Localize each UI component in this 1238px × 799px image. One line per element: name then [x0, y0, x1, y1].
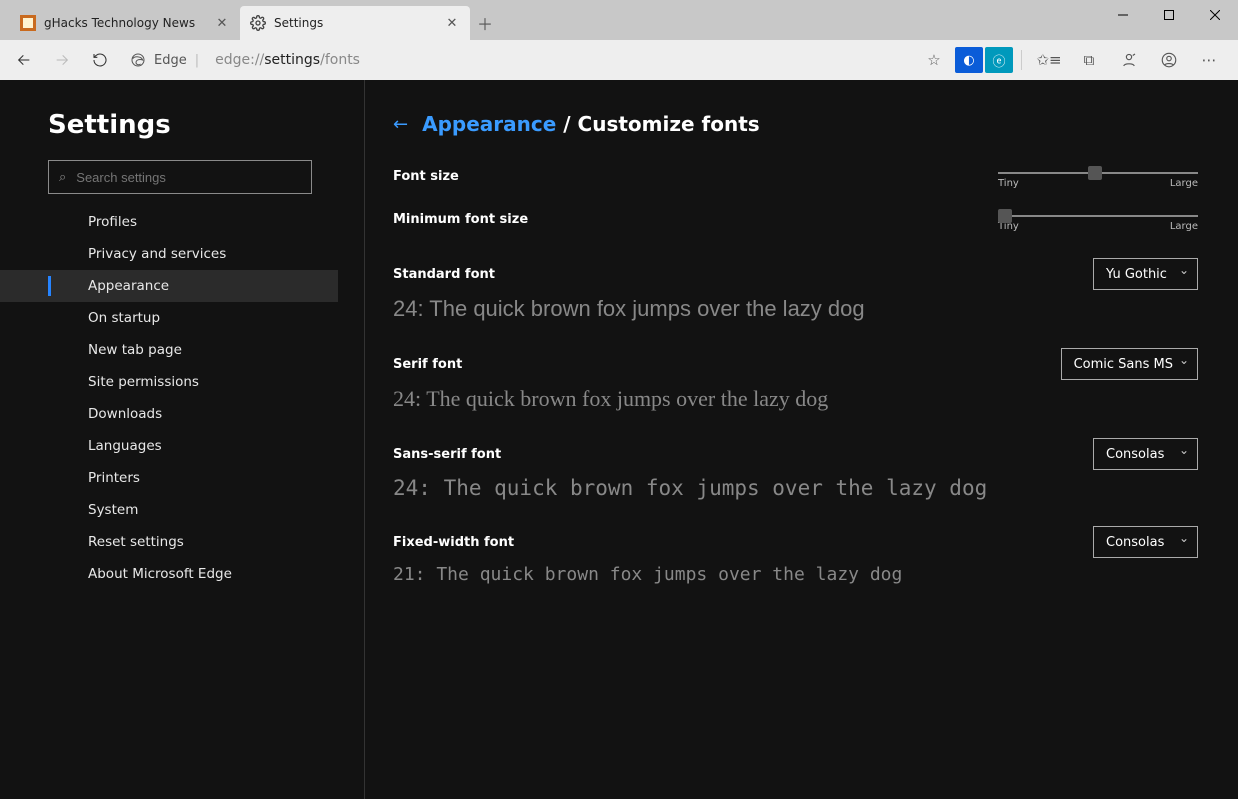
slider-max-label: Large	[1170, 221, 1198, 232]
collections-icon[interactable]: ⧉	[1070, 44, 1108, 76]
url-rest: /fonts	[320, 52, 360, 68]
sidebar-item-profiles[interactable]: Profiles	[0, 206, 338, 238]
search-input[interactable]	[76, 170, 301, 185]
url-display[interactable]: edge://settings/fonts	[211, 44, 913, 76]
settings-content: Settings ⌕ Profiles Privacy and services…	[0, 80, 1238, 799]
separator	[1021, 50, 1022, 70]
new-tab-button[interactable]: ＋	[470, 6, 500, 40]
url-scheme: edge://	[215, 52, 264, 68]
min-font-size-slider[interactable]: Tiny Large	[998, 207, 1198, 232]
favorite-star-icon[interactable]: ☆	[915, 44, 953, 76]
tab-settings[interactable]: Settings ✕	[240, 6, 470, 40]
sidebar-item-onstartup[interactable]: On startup	[0, 302, 338, 334]
font-size-label: Font size	[393, 169, 459, 184]
tab-ghacks[interactable]: gHacks Technology News ✕	[10, 6, 240, 40]
more-menu-icon[interactable]: ⋯	[1190, 44, 1228, 76]
sidebar-item-newtab[interactable]: New tab page	[0, 334, 338, 366]
slider-max-label: Large	[1170, 178, 1198, 189]
site-identity[interactable]: Edge |	[120, 44, 209, 76]
breadcrumb: ← Appearance / Customize fonts	[393, 112, 1198, 136]
serif-font-section: Serif font Comic Sans MS 24: The quick b…	[393, 348, 1198, 412]
sidebar-item-printers[interactable]: Printers	[0, 462, 338, 494]
sidebar-item-reset[interactable]: Reset settings	[0, 526, 338, 558]
window-controls	[1100, 0, 1238, 30]
minimize-button[interactable]	[1100, 0, 1146, 30]
refresh-button[interactable]	[82, 44, 118, 76]
maximize-button[interactable]	[1146, 0, 1192, 30]
sans-font-label: Sans-serif font	[393, 447, 501, 462]
close-icon[interactable]: ✕	[214, 16, 230, 31]
gear-icon	[250, 15, 266, 31]
tab-strip: gHacks Technology News ✕ Settings ✕ ＋	[0, 0, 500, 40]
address-bar: Edge | edge://settings/fonts ☆ ◐ ⓔ ✩≡ ⧉ …	[0, 40, 1238, 80]
favicon-ghacks	[20, 15, 36, 31]
url-path: settings	[264, 52, 320, 68]
tab-title: gHacks Technology News	[44, 16, 206, 30]
close-icon[interactable]: ✕	[444, 16, 460, 31]
feedback-icon[interactable]	[1110, 44, 1148, 76]
sans-font-dropdown[interactable]: Consolas	[1093, 438, 1198, 470]
separator: |	[195, 53, 199, 68]
sidebar-item-privacy[interactable]: Privacy and services	[0, 238, 338, 270]
extension-icon-2[interactable]: ⓔ	[985, 47, 1013, 73]
profile-icon[interactable]	[1150, 44, 1188, 76]
search-icon: ⌕	[59, 170, 66, 185]
close-window-button[interactable]	[1192, 0, 1238, 30]
breadcrumb-sep: /	[563, 112, 577, 136]
min-font-size-label: Minimum font size	[393, 212, 528, 227]
min-font-size-row: Minimum font size Tiny Large	[393, 207, 1198, 232]
back-button[interactable]	[6, 44, 42, 76]
sans-font-sample: 24: The quick brown fox jumps over the l…	[393, 476, 1198, 500]
fixed-font-dropdown[interactable]: Consolas	[1093, 526, 1198, 558]
standard-font-dropdown[interactable]: Yu Gothic	[1093, 258, 1198, 290]
sidebar-item-about[interactable]: About Microsoft Edge	[0, 558, 338, 590]
sidebar-item-system[interactable]: System	[0, 494, 338, 526]
settings-sidebar: Settings ⌕ Profiles Privacy and services…	[0, 80, 365, 799]
forward-button[interactable]	[44, 44, 80, 76]
serif-font-sample: 24: The quick brown fox jumps over the l…	[393, 386, 1198, 412]
standard-font-label: Standard font	[393, 267, 495, 282]
sidebar-item-downloads[interactable]: Downloads	[0, 398, 338, 430]
breadcrumb-current: Customize fonts	[578, 112, 760, 136]
standard-font-sample: 24: The quick brown fox jumps over the l…	[393, 296, 1198, 322]
sidebar-item-sitepermissions[interactable]: Site permissions	[0, 366, 338, 398]
fixed-font-label: Fixed-width font	[393, 535, 514, 550]
identity-label: Edge	[154, 53, 187, 68]
slider-min-label: Tiny	[998, 178, 1019, 189]
serif-font-label: Serif font	[393, 357, 462, 372]
search-settings[interactable]: ⌕	[48, 160, 312, 194]
window-titlebar: gHacks Technology News ✕ Settings ✕ ＋	[0, 0, 1238, 40]
sidebar-item-languages[interactable]: Languages	[0, 430, 338, 462]
fixed-font-section: Fixed-width font Consolas 21: The quick …	[393, 526, 1198, 585]
settings-main: ← Appearance / Customize fonts Font size…	[365, 80, 1238, 799]
favorites-icon[interactable]: ✩≡	[1030, 44, 1068, 76]
settings-nav: Profiles Privacy and services Appearance…	[0, 206, 338, 590]
edge-logo-icon	[130, 52, 146, 68]
breadcrumb-link[interactable]: Appearance	[422, 112, 556, 136]
sans-font-section: Sans-serif font Consolas 24: The quick b…	[393, 438, 1198, 500]
font-size-row: Font size Tiny Large	[393, 164, 1198, 189]
settings-title: Settings	[48, 110, 338, 140]
standard-font-section: Standard font Yu Gothic 24: The quick br…	[393, 258, 1198, 322]
serif-font-dropdown[interactable]: Comic Sans MS	[1061, 348, 1198, 380]
back-arrow-icon[interactable]: ←	[393, 114, 408, 135]
tab-title: Settings	[274, 16, 436, 30]
extension-icon-1[interactable]: ◐	[955, 47, 983, 73]
fixed-font-sample: 21: The quick brown fox jumps over the l…	[393, 564, 1198, 585]
sidebar-item-appearance[interactable]: Appearance	[0, 270, 338, 302]
font-size-slider[interactable]: Tiny Large	[998, 164, 1198, 189]
